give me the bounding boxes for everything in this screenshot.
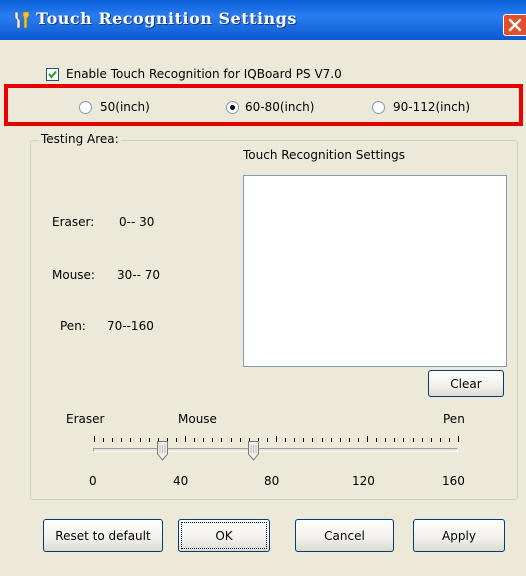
close-button[interactable] <box>503 14 526 36</box>
scale-label-80: 80 <box>264 474 280 488</box>
touch-recognition-listbox[interactable] <box>243 175 507 367</box>
slider-track[interactable] <box>93 448 458 452</box>
slider-mouse-label: Mouse <box>178 412 217 426</box>
clear-button[interactable]: Clear <box>428 370 504 397</box>
tools-icon <box>14 11 30 29</box>
pen-range-name: Pen: <box>60 319 86 333</box>
eraser-range-value: 0-- 30 <box>119 215 155 229</box>
cancel-button[interactable]: Cancel <box>295 519 394 552</box>
mouse-range-value: 30-- 70 <box>117 268 161 282</box>
ok-button[interactable]: OK <box>178 519 270 552</box>
pen-range-value: 70--160 <box>107 319 154 333</box>
title-bar[interactable]: Touch Recognition Settings <box>0 0 526 40</box>
eraser-mouse-slider-thumb[interactable] <box>156 441 168 461</box>
touch-recognition-dialog: Touch Recognition Settings Enable Touch … <box>0 0 526 576</box>
scale-label-0: 0 <box>89 474 97 488</box>
checkmark-icon <box>48 70 57 79</box>
scale-label-40: 40 <box>173 474 189 488</box>
testing-area-title: Testing Area: <box>39 132 121 146</box>
slider-tick-marks <box>94 436 459 442</box>
window-title: Touch Recognition Settings <box>36 9 297 28</box>
apply-button[interactable]: Apply <box>413 519 505 552</box>
mouse-pen-slider-thumb[interactable] <box>247 441 259 461</box>
scale-label-120: 120 <box>352 474 375 488</box>
slider-eraser-label: Eraser <box>66 412 105 426</box>
scale-label-160: 160 <box>442 474 465 488</box>
mouse-range-name: Mouse: <box>52 268 95 282</box>
highlight-box <box>4 84 523 126</box>
slider-pen-label: Pen <box>443 412 465 426</box>
enable-touch-label[interactable]: Enable Touch Recognition for IQBoard PS … <box>66 67 342 81</box>
eraser-range-name: Eraser: <box>52 215 95 229</box>
close-icon <box>508 18 522 32</box>
enable-touch-checkbox[interactable] <box>46 68 59 81</box>
reset-to-default-button[interactable]: Reset to default <box>43 519 163 552</box>
touch-settings-title: Touch Recognition Settings <box>243 148 405 162</box>
